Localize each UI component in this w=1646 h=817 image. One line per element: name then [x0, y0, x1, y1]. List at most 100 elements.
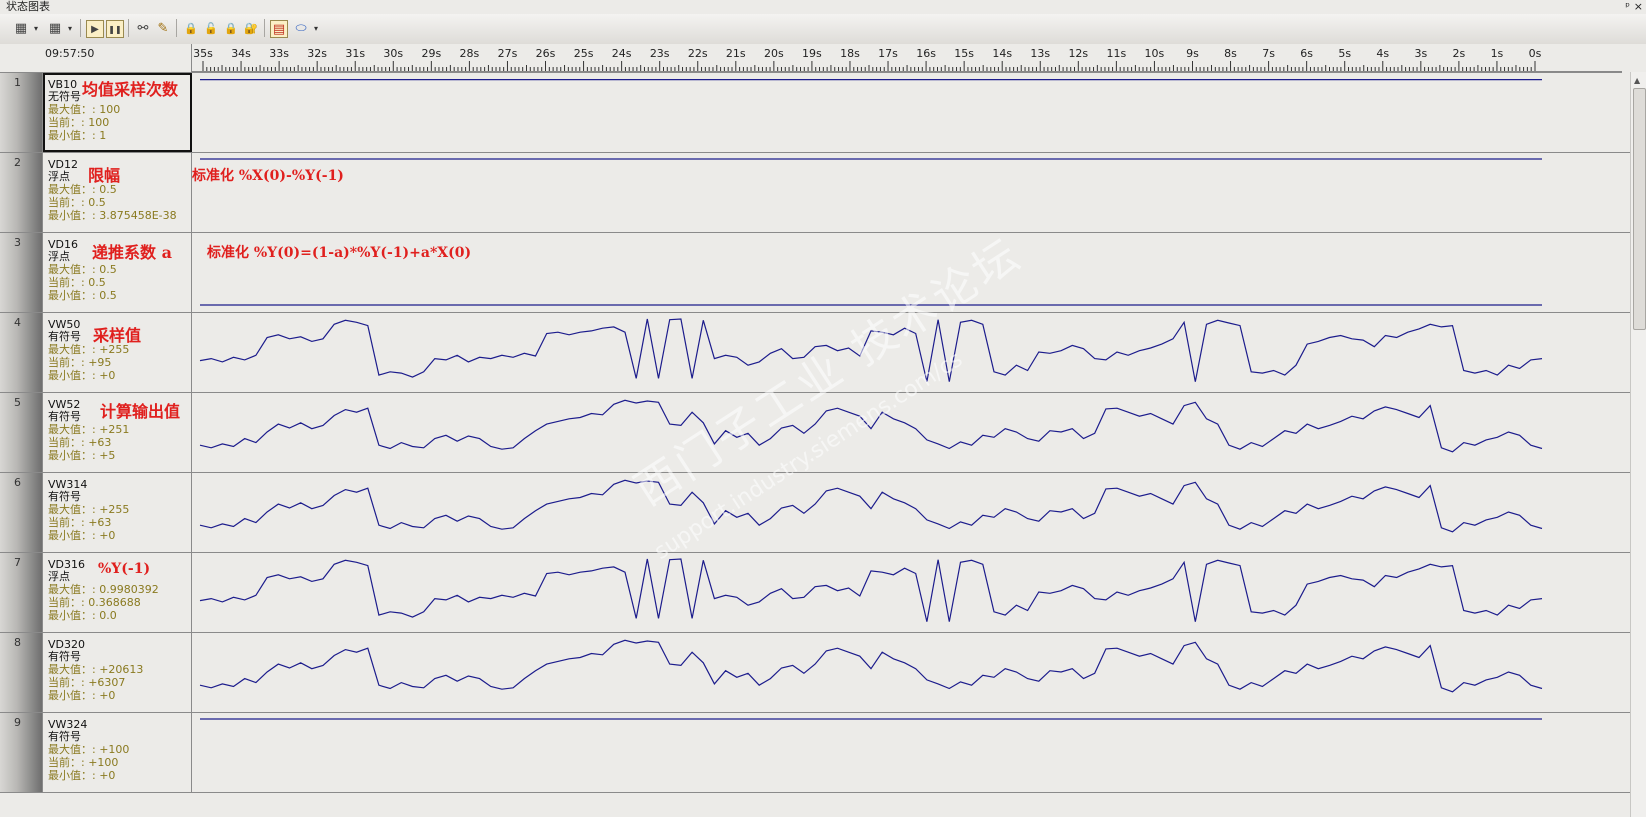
trend-row[interactable]: 3 VD16 浮点 最大值：: 0.5 当前：: 0.5 最小值：: 0.5 递推系数 a标… [0, 233, 1630, 313]
row-number[interactable]: 1 [0, 73, 43, 152]
row-min-value: 最小值：: +0 [48, 369, 116, 382]
row-index: 3 [14, 236, 21, 249]
vertical-scrollbar[interactable]: ▲ [1630, 72, 1646, 817]
unlock-icon[interactable]: 🔓 [202, 19, 220, 37]
annotation-label: 采样值 [93, 326, 142, 345]
tag-dropdown-icon[interactable]: ▾ [312, 19, 320, 37]
row-max-value: 最大值：: +251 [48, 423, 130, 436]
row-current-value: 当前：: 0.5 [48, 276, 106, 289]
time-tick-label: 5s [1338, 47, 1351, 60]
row-info-panel[interactable]: VD320 有符号 最大值：: +20613 当前：: +6307 最小值：: +0 [43, 633, 192, 712]
lock-read-icon[interactable]: 🔐 [242, 19, 260, 37]
row-number[interactable]: 9 [0, 713, 43, 792]
row-min-value: 最小值：: +5 [48, 449, 116, 462]
row-number[interactable]: 7 [0, 553, 43, 632]
scrollbar-thumb[interactable] [1633, 88, 1646, 330]
time-tick-label: 16s [916, 47, 936, 60]
row-current-value: 当前：: 100 [48, 116, 110, 129]
time-tick-label: 19s [802, 47, 822, 60]
pin-icon[interactable]: ᵖ [1625, 0, 1630, 14]
trend-row[interactable]: 4 VW50 有符号 最大值：: +255 当前：: +95 最小值：: +0 采样值 [0, 313, 1630, 393]
time-tick-label: 17s [878, 47, 898, 60]
row-index: 4 [14, 316, 21, 329]
time-axis: 35s 34s 33s 32s 31s 30s 29s 28s 27s 26s 25s 24s 23s 2… [192, 47, 1622, 73]
row-info-panel[interactable]: VW314 有符号 最大值：: +255 当前：: +63 最小值：: +0 [43, 473, 192, 552]
time-tick-label: 20s [764, 47, 784, 60]
row-data-type: 浮点 [48, 570, 70, 583]
pencil-icon[interactable]: ✎ [154, 19, 172, 37]
row-index: 5 [14, 396, 21, 409]
row-trend-plot [199, 639, 1543, 693]
time-tick-label: 8s [1224, 47, 1237, 60]
tag-icon[interactable]: ⬭ [292, 19, 310, 37]
row-number[interactable]: 6 [0, 473, 43, 552]
row-number[interactable]: 4 [0, 313, 43, 392]
row-current-value: 当前：: 0.5 [48, 196, 106, 209]
row-trend-plot [199, 318, 1543, 382]
trend-rows: 1 VB10 无符号 最大值：: 100 当前：: 100 最小值：: 1 均值采样次数 2 V… [0, 73, 1630, 817]
annotation-label: %Y(-1) [98, 561, 151, 577]
trend-view-icon[interactable]: ▤ [270, 20, 288, 38]
row-min-value: 最小值：: 3.875458E-38 [48, 209, 177, 222]
row-index: 9 [14, 716, 21, 729]
pause-icon[interactable]: ❚❚ [106, 20, 124, 38]
time-tick-label: 22s [688, 47, 708, 60]
trend-line [199, 558, 1543, 622]
time-tick-label: 28s [460, 47, 480, 60]
row-data-type: 有符号 [48, 650, 81, 663]
row-number[interactable]: 8 [0, 633, 43, 712]
row-trend-plot [199, 558, 1543, 622]
row-data-type: 有符号 [48, 490, 81, 503]
formula-annotation: 标准化 %X(0)-%Y(-1) [192, 168, 344, 184]
time-tick-label: 7s [1262, 47, 1275, 60]
trend-row[interactable]: 5 VW52 有符号 最大值：: +251 当前：: +63 最小值：: +5 计算输出值 [0, 393, 1630, 473]
trend-row[interactable]: 1 VB10 无符号 最大值：: 100 当前：: 100 最小值：: 1 均值采样次数 [0, 73, 1630, 153]
time-tick-label: 1s [1491, 47, 1504, 60]
remove-trend-dropdown-icon[interactable]: ▾ [66, 19, 74, 37]
row-trend-plot [200, 718, 1542, 720]
run-icon[interactable]: ▶ [86, 20, 104, 38]
remove-trend-icon[interactable]: ▦ [46, 19, 64, 37]
add-trend-dropdown-icon[interactable]: ▾ [32, 19, 40, 37]
time-tick-label: 4s [1376, 47, 1389, 60]
time-tick-label: 35s [193, 47, 213, 60]
time-tick-label: 9s [1186, 47, 1199, 60]
trend-row[interactable]: 6 VW314 有符号 最大值：: +255 当前：: +63 最小值：: +0 [0, 473, 1630, 553]
row-trend-plot [200, 79, 1542, 81]
time-tick-label: 0s [1529, 47, 1542, 60]
row-current-value: 当前：: +100 [48, 756, 119, 769]
row-info-panel[interactable]: VW324 有符号 最大值：: +100 当前：: +100 最小值：: +0 [43, 713, 192, 792]
trend-row[interactable]: 9 VW324 有符号 最大值：: +100 当前：: +100 最小值：: +0 [0, 713, 1630, 793]
glasses-icon[interactable]: ⚯ [134, 19, 152, 37]
time-tick-label: 24s [612, 47, 632, 60]
close-icon[interactable]: × [1634, 0, 1643, 14]
lock-add-icon[interactable]: 🔒 [222, 19, 240, 37]
time-tick-label: 12s [1068, 47, 1088, 60]
time-tick-label: 33s [269, 47, 289, 60]
lock-icon[interactable]: 🔒 [182, 19, 200, 37]
row-max-value: 最大值：: 100 [48, 103, 121, 116]
row-index: 6 [14, 476, 21, 489]
annotation-label: 限幅 [88, 166, 121, 185]
row-max-value: 最大值：: +100 [48, 743, 130, 756]
row-index: 8 [14, 636, 21, 649]
time-tick-label: 30s [383, 47, 403, 60]
row-number[interactable]: 5 [0, 393, 43, 472]
time-tick-label: 3s [1414, 47, 1427, 60]
scroll-up-icon[interactable]: ▲ [1634, 76, 1640, 85]
row-current-value: 当前：: +6307 [48, 676, 126, 689]
row-number[interactable]: 3 [0, 233, 43, 312]
trend-row[interactable]: 8 VD320 有符号 最大值：: +20613 当前：: +6307 最小值：: +0 [0, 633, 1630, 713]
trend-row[interactable]: 7 VD316 浮点 最大值：: 0.9980392 当前：: 0.368688 最小值：… [0, 553, 1630, 633]
trend-row[interactable]: 2 VD12 浮点 最大值：: 0.5 当前：: 0.5 最小值：: 3.875458E-… [0, 153, 1630, 233]
row-data-type: 浮点 [48, 170, 70, 183]
time-tick-label: 29s [421, 47, 441, 60]
window-title: 状态图表 [6, 0, 50, 13]
add-trend-icon[interactable]: ▦ [12, 19, 30, 37]
row-number[interactable]: 2 [0, 153, 43, 232]
toolbar-separator [80, 19, 81, 37]
row-min-value: 最小值：: +0 [48, 689, 116, 702]
time-tick-label: 27s [498, 47, 518, 60]
toolbar-separator [128, 19, 129, 37]
row-trend-plot [200, 158, 1542, 160]
